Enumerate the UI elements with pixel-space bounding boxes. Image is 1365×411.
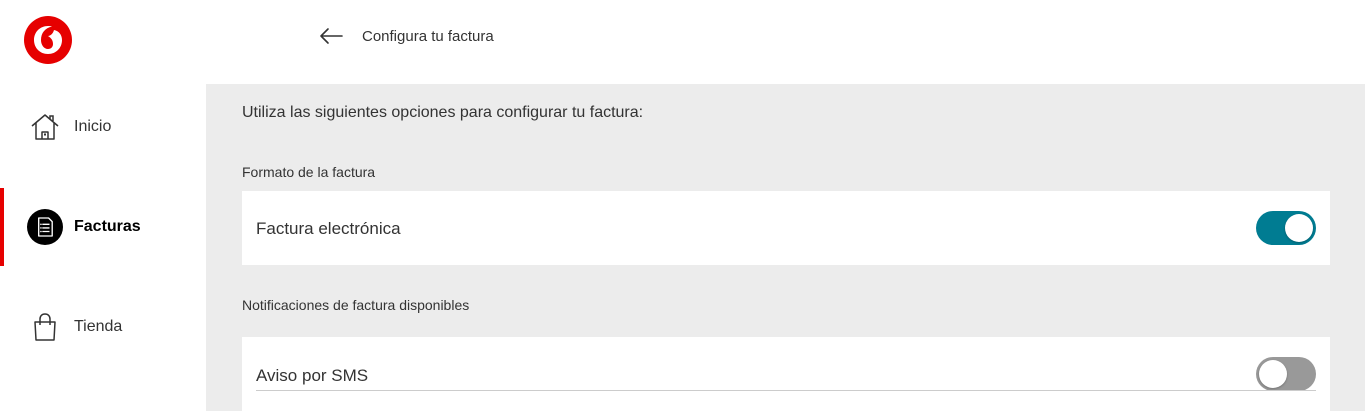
option-label: Aviso por SMS <box>256 366 369 385</box>
sidebar-item-label: Tienda <box>74 318 123 335</box>
option-label: Factura electrónica <box>256 219 401 238</box>
vodafone-logo[interactable] <box>24 16 72 64</box>
arrow-left-icon <box>320 28 343 44</box>
toggle-knob <box>1285 214 1313 242</box>
page-header: Configura tu factura <box>318 22 494 50</box>
vodafone-speechmark-icon <box>34 26 62 54</box>
bill-settings-panel: Utiliza las siguientes opciones para con… <box>206 84 1365 411</box>
home-icon <box>27 109 63 145</box>
intro-text: Utiliza las siguientes opciones para con… <box>242 104 644 121</box>
back-button[interactable] <box>318 23 344 49</box>
sidebar-item-tienda[interactable]: Tienda <box>0 288 206 366</box>
sidebar-item-inicio[interactable]: Inicio <box>0 88 206 166</box>
factura-electronica-toggle[interactable] <box>1256 211 1316 245</box>
active-indicator <box>0 188 4 266</box>
page-title: Configura tu factura <box>362 27 494 45</box>
sidebar-item-label: Inicio <box>74 118 112 135</box>
aviso-sms-toggle[interactable] <box>1256 357 1316 391</box>
sidebar-item-label: Facturas <box>74 218 141 235</box>
section-title-formato: Formato de la factura <box>242 164 376 180</box>
bill-icon <box>27 209 63 245</box>
toggle-knob <box>1259 360 1287 388</box>
sidebar: Inicio Facturas Tienda <box>0 84 206 411</box>
shopping-bag-icon <box>27 309 63 345</box>
option-card-factura-electronica: Factura electrónica <box>242 191 1330 265</box>
sidebar-item-facturas[interactable]: Facturas <box>0 188 206 266</box>
divider <box>256 390 1316 391</box>
section-title-notificaciones: Notificaciones de factura disponibles <box>242 297 470 313</box>
option-card-aviso-sms: Aviso por SMS <box>242 337 1330 411</box>
